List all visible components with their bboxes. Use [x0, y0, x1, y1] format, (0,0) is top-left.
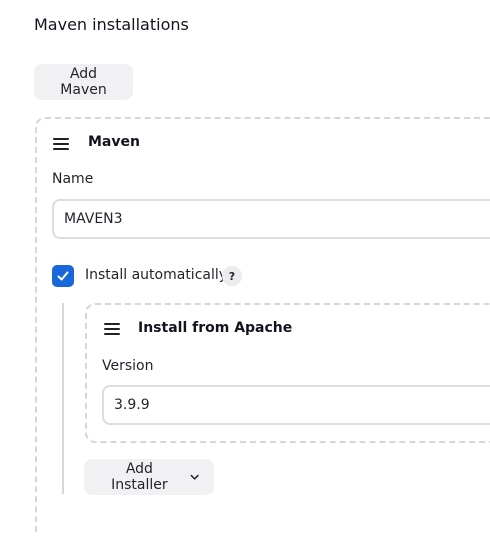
- installation-card-title: Maven: [88, 134, 140, 150]
- help-icon[interactable]: ?: [222, 266, 242, 286]
- installer-card-title: Install from Apache: [138, 320, 293, 336]
- nesting-line: [62, 303, 64, 494]
- version-label: Version: [102, 358, 154, 374]
- install-automatically-checkbox[interactable]: [52, 265, 74, 287]
- check-icon: [57, 271, 69, 281]
- install-automatically-label: Install automatically: [85, 267, 228, 283]
- section-title: Maven installations: [34, 15, 189, 34]
- drag-handle-icon[interactable]: [53, 138, 69, 150]
- chevron-down-icon: [190, 474, 199, 480]
- name-input[interactable]: [52, 199, 490, 239]
- name-label: Name: [52, 171, 94, 187]
- add-installer-label: Add Installer: [111, 461, 168, 493]
- version-input[interactable]: [102, 385, 490, 425]
- drag-handle-icon[interactable]: [104, 323, 120, 335]
- add-maven-button[interactable]: Add Maven: [34, 64, 133, 100]
- maven-installations-page: Maven installations Add Maven Maven Name…: [0, 0, 490, 536]
- add-installer-button[interactable]: Add Installer: [84, 459, 214, 495]
